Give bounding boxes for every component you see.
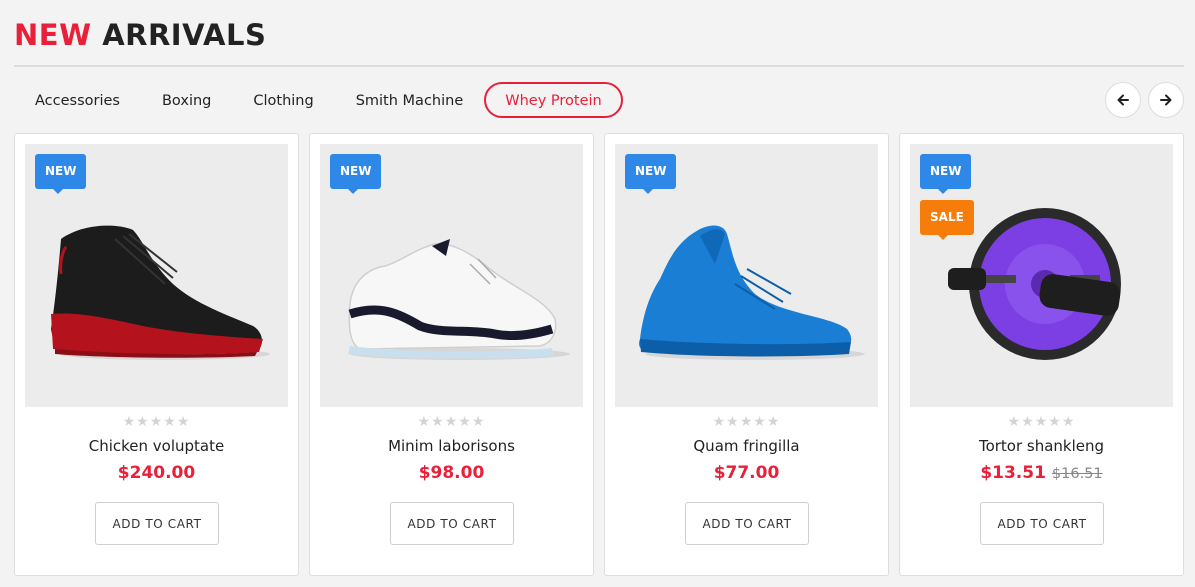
price-row: $240.00 — [15, 463, 298, 483]
product-name[interactable]: Minim laborisons — [310, 437, 593, 455]
tab-clothing[interactable]: Clothing — [232, 82, 334, 118]
badge-new: NEW — [625, 154, 677, 194]
product-old-price: $16.51 — [1051, 466, 1103, 482]
add-to-cart-button[interactable]: ADD TO CART — [95, 502, 219, 545]
tab-boxing[interactable]: Boxing — [141, 82, 232, 118]
product-card: NEW ★★★★★ Quam fringilla $77.00 ADD TO C… — [604, 133, 889, 576]
product-card: NEW ★★★★★ Chicken voluptate $240.00 ADD … — [14, 133, 299, 576]
product-price: $240.00 — [117, 463, 196, 483]
price-row: $77.00 — [605, 463, 888, 483]
badge-new: NEW — [330, 154, 382, 194]
product-name[interactable]: Quam fringilla — [605, 437, 888, 455]
price-row: $13.51 $16.51 — [900, 463, 1183, 483]
product-grid: NEW ★★★★★ Chicken voluptate $240.00 ADD … — [14, 133, 1184, 576]
tab-whey-protein[interactable]: Whey Protein — [484, 82, 623, 118]
price-row: $98.00 — [310, 463, 593, 483]
tab-smith-machine[interactable]: Smith Machine — [335, 82, 485, 118]
rating-stars: ★★★★★ — [417, 414, 486, 430]
rating-stars: ★★★★★ — [122, 414, 191, 430]
product-image[interactable]: NEW — [320, 144, 583, 407]
arrow-left-icon — [1117, 94, 1129, 106]
product-price: $98.00 — [418, 463, 485, 483]
add-to-cart-button[interactable]: ADD TO CART — [980, 502, 1104, 545]
badge-new: NEW — [35, 154, 87, 194]
section-title: NEW ARRIVALS — [14, 18, 266, 52]
add-to-cart-button[interactable]: ADD TO CART — [390, 502, 514, 545]
product-image[interactable]: NEW — [615, 144, 878, 407]
section-title-rest: ARRIVALS — [102, 18, 267, 52]
product-card: NEW SALE ★★★★★ Tortor shankleng $13.51 $1… — [899, 133, 1184, 576]
product-image[interactable]: NEW — [25, 144, 288, 407]
product-price: $13.51 — [980, 463, 1046, 483]
product-name[interactable]: Tortor shankleng — [900, 437, 1183, 455]
product-image[interactable]: NEW SALE — [910, 144, 1173, 407]
product-name[interactable]: Chicken voluptate — [15, 437, 298, 455]
rating-stars: ★★★★★ — [1007, 414, 1076, 430]
title-divider — [14, 65, 1184, 67]
category-tabs: Accessories Boxing Clothing Smith Machin… — [14, 82, 623, 118]
arrow-right-icon — [1160, 94, 1172, 106]
section-title-accent: NEW — [14, 18, 92, 52]
product-card: NEW ★★★★★ Minim laborisons $98.00 ADD TO… — [309, 133, 594, 576]
tab-accessories[interactable]: Accessories — [14, 82, 141, 118]
badge-sale: SALE — [920, 200, 974, 240]
rating-stars: ★★★★★ — [712, 414, 781, 430]
carousel-prev-button[interactable] — [1105, 82, 1141, 118]
product-price: $77.00 — [713, 463, 780, 483]
carousel-next-button[interactable] — [1148, 82, 1184, 118]
badge-new: NEW — [920, 154, 972, 194]
add-to-cart-button[interactable]: ADD TO CART — [685, 502, 809, 545]
